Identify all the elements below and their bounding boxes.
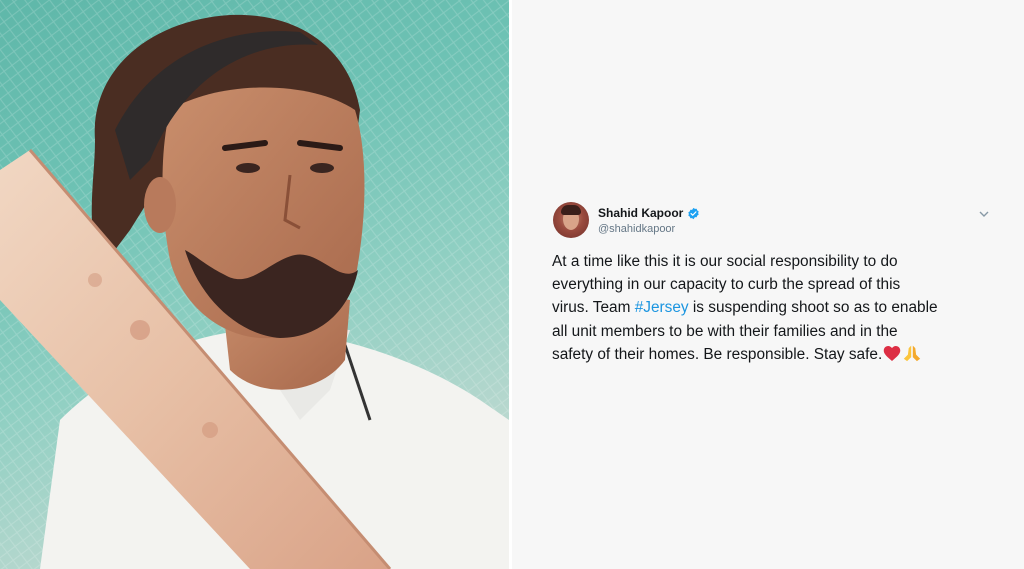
tweet-panel: Shahid Kapoor @shahidkapoor At a time li… — [512, 0, 1024, 569]
tweet-card[interactable]: Shahid Kapoor @shahidkapoor At a time li… — [552, 196, 992, 376]
photo-illustration — [0, 0, 509, 569]
tweet-line-4: all unit members to be with their famili… — [552, 322, 898, 340]
red-heart-icon — [883, 345, 901, 361]
tweet-text: At a time like this it is our social res… — [552, 250, 992, 366]
tweet-line-3-start: virus. Team — [552, 299, 635, 317]
user-name[interactable]: Shahid Kapoor — [598, 206, 683, 220]
tweet-line-5-text: safety of their homes. Be responsible. S… — [552, 345, 883, 363]
tweet-line-3-end: is suspending shoot so as to enable — [688, 299, 938, 317]
avatar[interactable] — [553, 202, 589, 238]
user-handle[interactable]: @shahidkapoor — [598, 223, 675, 235]
tweet-line-3: virus. Team #Jersey is suspending shoot … — [552, 296, 992, 319]
user-name-row[interactable]: Shahid Kapoor — [598, 206, 700, 220]
folded-hands-icon — [904, 345, 921, 361]
chevron-down-icon[interactable] — [978, 208, 990, 220]
verified-badge-icon — [688, 207, 699, 219]
tweet-header: Shahid Kapoor @shahidkapoor — [552, 196, 992, 242]
tweet-line-5: safety of their homes. Be responsible. S… — [552, 343, 992, 366]
hashtag-link[interactable]: #Jersey — [635, 299, 689, 316]
tweet-line-1: At a time like this it is our social res… — [552, 253, 898, 270]
player-photo — [0, 0, 509, 569]
tweet-line-2: everything in our capacity to curb the s… — [552, 276, 901, 294]
